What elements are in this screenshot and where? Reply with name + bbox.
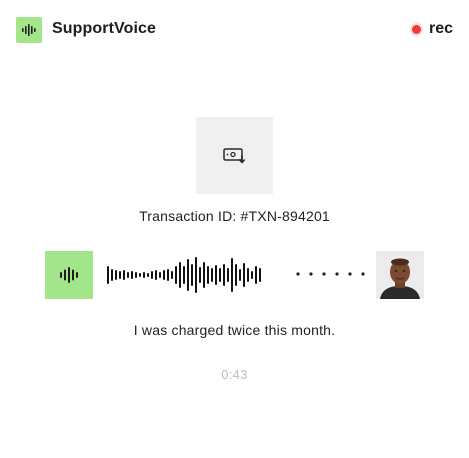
- waveform-icon: [22, 24, 36, 36]
- waveform-bar: [123, 270, 125, 280]
- waveform-bar: [211, 268, 213, 282]
- waveform-bar: [175, 266, 177, 284]
- waveform-bar: [227, 268, 229, 282]
- waveform-bar: [171, 271, 173, 279]
- voice-call-card: SupportVoice rec Transaction ID: #TXN-89…: [0, 0, 469, 458]
- waveform-bar: [215, 265, 217, 285]
- waveform-bar: [219, 268, 221, 282]
- waveform-bar: [179, 262, 181, 288]
- waveform-bar: [107, 266, 109, 284]
- customer-avatar: [376, 251, 424, 299]
- transaction-icon-tile: [196, 117, 273, 194]
- app-logo: [16, 17, 42, 43]
- waveform-bar: [111, 269, 113, 281]
- waveform-bar: [259, 268, 261, 282]
- waveform-bar: [251, 271, 253, 279]
- waveform-bar: [239, 269, 241, 281]
- waveform-bar: [139, 273, 141, 277]
- waveform-bar: [199, 267, 201, 283]
- waveform-bar: [191, 264, 193, 286]
- waveform-bar: [207, 266, 209, 284]
- waveform-bar: [195, 257, 197, 293]
- waveform-bar: [155, 270, 157, 280]
- waveform-bar: [115, 270, 117, 280]
- waveform-bar: [159, 272, 161, 278]
- waveform-bar: [243, 263, 245, 287]
- transcript-text: I was charged twice this month.: [133, 322, 336, 338]
- audio-waveform: [107, 257, 261, 293]
- transaction-id: Transaction ID: #TXN-894201: [139, 208, 330, 224]
- waveform-bar: [247, 268, 249, 282]
- waveform-bar: [167, 269, 169, 281]
- agent-voice-avatar: [45, 251, 93, 299]
- waveform-bar: [127, 272, 129, 278]
- waveform-icon: [60, 267, 78, 283]
- call-timer: 0:43: [221, 367, 248, 382]
- waveform-bar: [235, 264, 237, 286]
- waveform-bar: [143, 272, 145, 278]
- waveform-bar: [147, 273, 149, 277]
- typing-dots: [296, 272, 365, 276]
- record-dot-icon: [411, 24, 421, 34]
- waveform-bar: [183, 266, 185, 284]
- waveform-bar: [135, 272, 137, 278]
- customer-photo: [376, 251, 424, 299]
- waveform-bar: [151, 271, 153, 279]
- waveform-bar: [231, 258, 233, 292]
- waveform-bar: [223, 264, 225, 286]
- recording-label: rec: [428, 20, 453, 37]
- waveform-bar: [203, 262, 205, 288]
- waveform-bar: [163, 270, 165, 280]
- recording-indicator[interactable]: rec: [411, 18, 453, 40]
- payment-card-download-icon: [222, 147, 245, 164]
- waveform-bar: [187, 259, 189, 291]
- app-title: SupportVoice: [52, 20, 157, 37]
- waveform-bar: [119, 271, 121, 279]
- waveform-bar: [255, 266, 257, 284]
- waveform-bar: [131, 271, 133, 279]
